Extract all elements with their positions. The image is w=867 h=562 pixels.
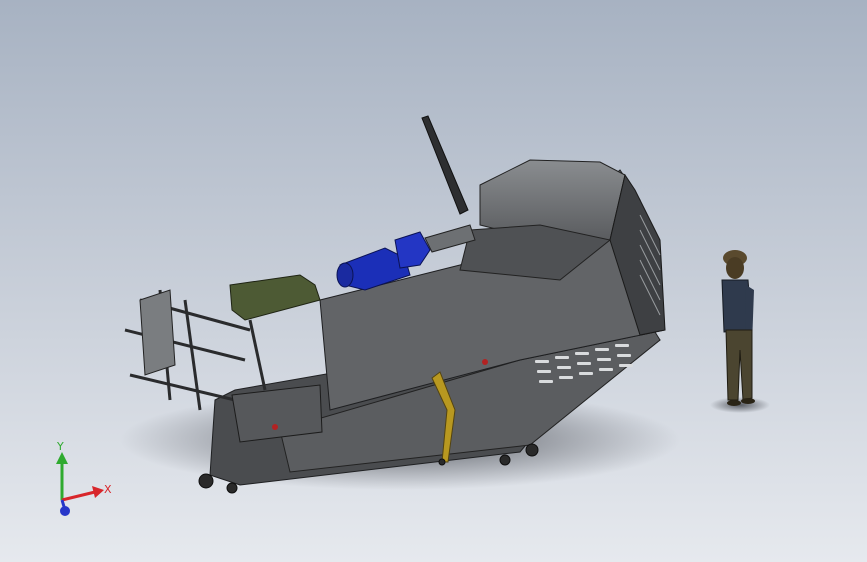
feeder-plate (139, 289, 176, 376)
worker-legs (725, 329, 753, 401)
x-axis-arrow (92, 486, 104, 498)
y-axis-label: Y (56, 440, 64, 453)
x-axis-label: X (104, 483, 112, 496)
worker-shadow (710, 397, 770, 413)
lower-left-box (231, 384, 323, 443)
indicator-light (482, 359, 488, 365)
worker-head (726, 257, 744, 279)
vertical-arm (421, 115, 469, 215)
y-axis-arrow (56, 452, 68, 464)
worker-figure[interactable] (721, 250, 755, 406)
cad-viewport[interactable] (0, 0, 867, 562)
worker-shoe (741, 398, 755, 404)
worker-shoe (727, 400, 741, 406)
x-axis-line (61, 490, 96, 502)
olive-gearbox (229, 274, 321, 321)
axis-triad: Y X (56, 440, 112, 516)
z-axis-dot (60, 506, 70, 516)
indicator-light (272, 424, 278, 430)
